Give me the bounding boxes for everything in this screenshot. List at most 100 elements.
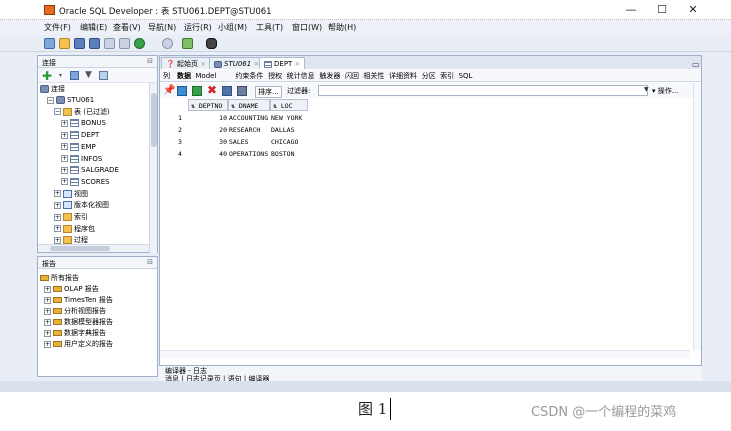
subtab-item[interactable]: 闪回 [345,71,359,81]
subtab-item[interactable]: 统计信息 [287,71,315,81]
report-item[interactable]: + TimesTen 报告 [44,295,113,305]
actions-menu[interactable]: ▾ 操作... [652,86,678,96]
tree-item[interactable]: + INFOS [61,154,102,164]
commit-icon[interactable] [222,86,232,96]
cell-loc[interactable]: NEW YORK [270,112,308,124]
subtab-item[interactable]: 列 [163,71,170,81]
expand-icon[interactable]: + [44,296,51,304]
tree-item[interactable]: + EMP [61,142,96,152]
expand-icon[interactable]: + [44,340,51,348]
delete-row-icon[interactable]: ✖ [207,83,217,97]
tab-close-icon[interactable]: × [200,60,206,68]
expand-icon[interactable]: + [54,236,61,244]
report-item[interactable]: + OLAP 报告 [44,284,99,294]
report-item[interactable]: + 用户定义的报告 [44,339,113,349]
sort-button[interactable]: 排序... [255,86,282,98]
schema-browser-icon[interactable] [99,71,108,80]
tab-start-page[interactable]: ❓ 起始页 × [161,57,212,69]
expand-icon[interactable]: + [44,285,51,293]
refresh-icon[interactable] [70,71,79,80]
add-connection-icon[interactable]: ✚ [42,69,52,83]
hscroll-thumb[interactable] [50,246,110,251]
cell-dname[interactable]: OPERATIONS [228,148,270,160]
back-icon[interactable] [134,38,145,49]
report-item[interactable]: + 数据模型器报告 [44,317,113,327]
tree-item[interactable]: + 视图 [54,189,88,199]
tree-item[interactable]: + 索引 [54,212,88,222]
grid-hscrollbar[interactable] [160,350,690,358]
reports-root[interactable]: 所有报告 [40,273,79,283]
cell-deptno[interactable]: 40 [188,148,228,160]
expand-icon[interactable]: + [44,318,51,326]
tree-item[interactable]: + SALGRADE [61,165,119,175]
tree-item[interactable]: + DEPT [61,130,99,140]
subtab-item[interactable]: SQL [459,71,473,81]
redo-icon[interactable] [119,38,130,49]
menu-view[interactable]: 查看(V) [113,22,141,33]
subtab-item[interactable]: 详细资料 [389,71,417,81]
subtab-item[interactable]: 约束条件 [235,71,263,81]
subtab-item[interactable]: 数据 [177,71,191,81]
forward-icon[interactable] [162,38,173,49]
undo-icon[interactable] [104,38,115,49]
collapse-icon[interactable]: − [54,108,61,116]
expand-icon[interactable]: + [61,119,68,127]
tree-item[interactable]: − STU061 [47,95,94,105]
filter-icon[interactable]: ▼ [85,70,92,80]
menu-navigate[interactable]: 导航(N) [148,22,176,33]
minimize-button[interactable]: — [616,2,646,18]
menu-file[interactable]: 文件(F) [44,22,71,33]
tab-close-icon[interactable]: × [295,60,301,68]
expand-icon[interactable]: + [54,225,61,233]
menu-tools[interactable]: 工具(T) [256,22,283,33]
menu-edit[interactable]: 编辑(E) [80,22,107,33]
save-icon[interactable] [74,38,85,49]
tab-dept[interactable]: DEPT × [259,57,306,69]
cell-dname[interactable]: ACCOUNTING [228,112,270,124]
insert-row-icon[interactable] [192,86,202,96]
subtab-item[interactable]: 授权 [268,71,282,81]
cell-loc[interactable]: BOSTON [270,148,308,160]
subtab-item[interactable]: 触发器 [319,71,340,81]
tree-item[interactable]: + 程序包 [54,224,95,234]
open-folder-icon[interactable] [59,38,70,49]
expand-icon[interactable]: + [54,201,61,209]
save-all-icon[interactable] [89,38,100,49]
column-header-dname[interactable]: ⇅ DNAME [228,99,270,111]
filter-input[interactable] [318,85,648,96]
pane-close-icon[interactable]: ⊟ [147,57,153,65]
cell-dname[interactable]: RESEARCH [228,124,270,136]
cell-dname[interactable]: SALES [228,136,270,148]
cell-loc[interactable]: CHICAGO [270,136,308,148]
expand-icon[interactable]: + [61,155,68,162]
report-item[interactable]: + 数据字典报告 [44,328,106,338]
expand-icon[interactable]: + [44,329,51,337]
tab-stu061[interactable]: STU061 × [209,57,265,69]
pin-icon[interactable]: 📌 [163,85,175,96]
collapse-icon[interactable]: − [47,96,54,104]
scrollbar-thumb[interactable] [151,93,157,147]
tree-root[interactable]: 连接 [40,84,65,94]
binoculars-icon[interactable] [206,38,217,49]
expand-icon[interactable]: + [61,166,68,174]
menu-run[interactable]: 运行(R) [184,22,212,33]
report-item[interactable]: + 分析视图报告 [44,306,106,316]
refresh-data-icon[interactable] [177,86,187,96]
expand-icon[interactable]: + [61,178,68,186]
subtab-item[interactable]: 分区 [422,71,436,81]
connections-scrollbar[interactable] [149,83,157,253]
filter-dropdown-icon[interactable]: ▼ [644,86,649,93]
expand-icon[interactable]: + [61,143,68,151]
tree-item[interactable]: − 表 (已过滤) [54,107,110,117]
close-button[interactable]: ✕ [678,2,708,18]
expand-icon[interactable]: + [61,131,68,139]
tree-item[interactable]: + 版本化视图 [54,200,109,210]
maximize-button[interactable]: ☐ [647,2,677,18]
expand-icon[interactable]: + [44,307,51,315]
maximize-editor-icon[interactable]: ▭ [692,60,700,69]
connections-hscrollbar[interactable] [38,244,149,252]
grid-vscrollbar[interactable] [693,83,701,350]
expand-icon[interactable]: + [54,190,61,198]
subtab-item[interactable]: Model [195,71,216,81]
expand-icon[interactable]: + [54,213,61,221]
